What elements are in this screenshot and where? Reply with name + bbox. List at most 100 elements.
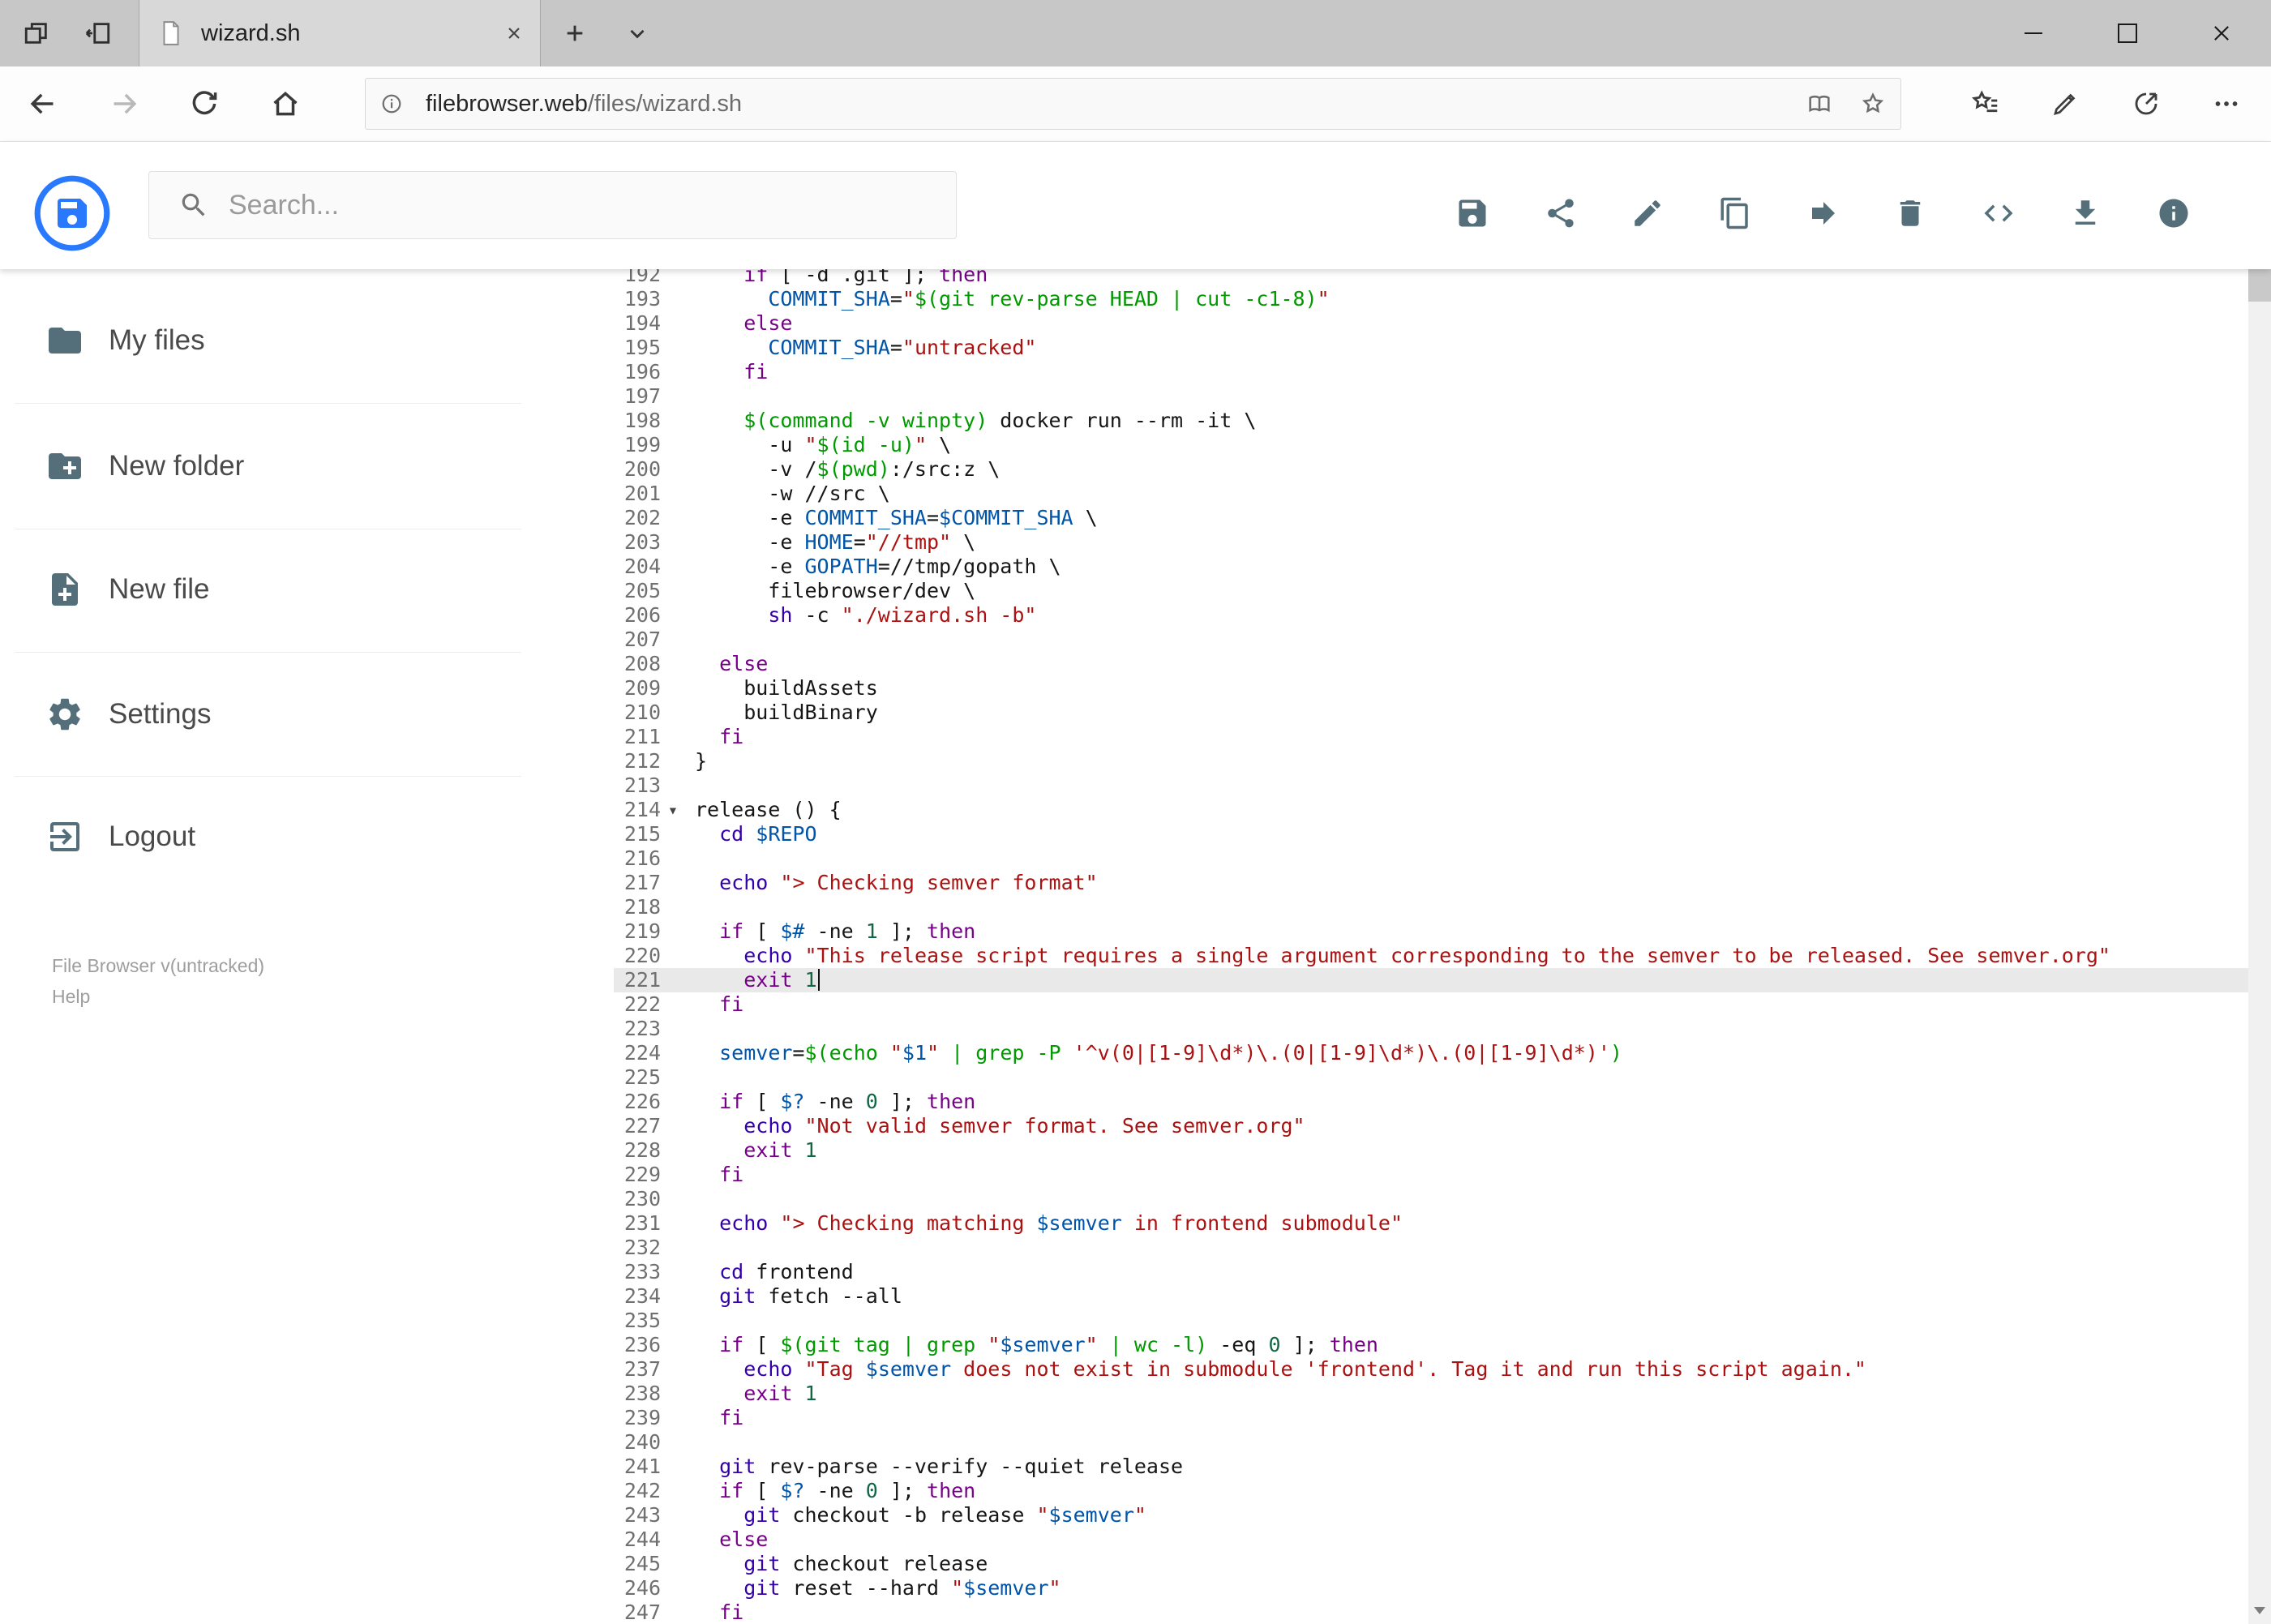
- code-line[interactable]: 210 buildBinary: [527, 701, 2248, 725]
- line-number: 199: [623, 433, 661, 456]
- close-button[interactable]: [2175, 0, 2269, 66]
- code-line[interactable]: 223: [527, 1017, 2248, 1041]
- reading-view-button[interactable]: [1806, 91, 1832, 117]
- code-line[interactable]: 192 if [ -d .git ]; then: [527, 269, 2248, 287]
- code-line[interactable]: 197: [527, 384, 2248, 409]
- code-line[interactable]: 200 -v /$(pwd):/src:z \: [527, 457, 2248, 482]
- address-field[interactable]: filebrowser.web/files/wizard.sh: [365, 78, 1901, 130]
- code-line[interactable]: 221 exit 1: [527, 968, 2248, 992]
- tabs-aside-button[interactable]: [11, 0, 62, 66]
- code-line[interactable]: 193 COMMIT_SHA="$(git rev-parse HEAD | c…: [527, 287, 2248, 311]
- hub-button[interactable]: [1966, 84, 2005, 123]
- code-line[interactable]: 230: [527, 1187, 2248, 1211]
- code-line[interactable]: 243 git checkout -b release "$semver": [527, 1503, 2248, 1528]
- code-line[interactable]: 222 fi: [527, 992, 2248, 1017]
- download-button[interactable]: [2055, 182, 2116, 244]
- sidebar-item-my-files[interactable]: My files: [0, 292, 527, 389]
- app-share-button[interactable]: [1530, 182, 1592, 244]
- code-line[interactable]: 240: [527, 1430, 2248, 1455]
- code-line[interactable]: 237 echo "Tag $semver does not exist in …: [527, 1357, 2248, 1382]
- code-line[interactable]: 212}: [527, 749, 2248, 773]
- favorite-button[interactable]: [1860, 91, 1886, 117]
- code-line[interactable]: 218: [527, 895, 2248, 919]
- code-line[interactable]: 213: [527, 773, 2248, 798]
- save-button[interactable]: [1442, 182, 1503, 244]
- share-button[interactable]: [2127, 84, 2166, 123]
- more-button[interactable]: [2207, 84, 2246, 123]
- code-line[interactable]: 199 -u "$(id -u)" \: [527, 433, 2248, 457]
- code-line[interactable]: 234 git fetch --all: [527, 1284, 2248, 1309]
- sidebar-item-logout[interactable]: Logout: [0, 788, 527, 885]
- back-button[interactable]: [27, 88, 58, 119]
- code-line[interactable]: 206 sh -c "./wizard.sh -b": [527, 603, 2248, 628]
- rename-button[interactable]: [1617, 182, 1678, 244]
- move-button[interactable]: [1793, 182, 1854, 244]
- annotate-button[interactable]: [2046, 84, 2085, 123]
- minimize-button[interactable]: [1986, 0, 2080, 66]
- code-line[interactable]: 209 buildAssets: [527, 676, 2248, 701]
- code-line[interactable]: 238 exit 1: [527, 1382, 2248, 1406]
- tab-preview-toggle[interactable]: [613, 0, 662, 66]
- tab-close-button[interactable]: [504, 24, 524, 43]
- help-link[interactable]: Help: [52, 986, 90, 1008]
- search-input[interactable]: [227, 188, 940, 222]
- code-line[interactable]: 198 $(command -v winpty) docker run --rm…: [527, 409, 2248, 433]
- code-line[interactable]: 202 -e COMMIT_SHA=$COMMIT_SHA \: [527, 506, 2248, 530]
- code-line[interactable]: 205 filebrowser/dev \: [527, 579, 2248, 603]
- code-line[interactable]: 204 -e GOPATH=//tmp/gopath \: [527, 555, 2248, 579]
- code-line[interactable]: 239 fi: [527, 1406, 2248, 1430]
- code-line[interactable]: 235: [527, 1309, 2248, 1333]
- code-line[interactable]: 245 git checkout release: [527, 1552, 2248, 1576]
- code-line[interactable]: 231 echo "> Checking matching $semver in…: [527, 1211, 2248, 1236]
- app-logo[interactable]: [33, 174, 111, 252]
- maximize-button[interactable]: [2080, 0, 2175, 66]
- code-line[interactable]: 216: [527, 846, 2248, 871]
- code-line[interactable]: 229 fi: [527, 1163, 2248, 1187]
- code-line[interactable]: 203 -e HOME="//tmp" \: [527, 530, 2248, 555]
- fold-marker-icon[interactable]: ▾: [661, 798, 685, 822]
- code-line[interactable]: 208 else: [527, 652, 2248, 676]
- code-line[interactable]: 246 git reset --hard "$semver": [527, 1576, 2248, 1600]
- code-line[interactable]: 211 fi: [527, 725, 2248, 749]
- info-button[interactable]: [2143, 182, 2205, 244]
- code-line[interactable]: 226 if [ $? -ne 0 ]; then: [527, 1090, 2248, 1114]
- code-line[interactable]: 194 else: [527, 311, 2248, 336]
- code-view-button[interactable]: [1968, 182, 2029, 244]
- new-tab-button[interactable]: [548, 0, 602, 66]
- code-line[interactable]: 220 echo "This release script requires a…: [527, 944, 2248, 968]
- code-line[interactable]: 201 -w //src \: [527, 482, 2248, 506]
- code-line[interactable]: 207: [527, 628, 2248, 652]
- code-line[interactable]: 217 echo "> Checking semver format": [527, 871, 2248, 895]
- refresh-button[interactable]: [189, 88, 220, 119]
- code-editor[interactable]: 192 if [ -d .git ]; then 193 COMMIT_SHA="…: [527, 269, 2248, 1624]
- code-line[interactable]: 232: [527, 1236, 2248, 1260]
- code-line[interactable]: 244 else: [527, 1528, 2248, 1552]
- code-line[interactable]: 241 git rev-parse --verify --quiet relea…: [527, 1455, 2248, 1479]
- browser-tab[interactable]: wizard.sh: [139, 0, 541, 66]
- sidebar-item-new-file[interactable]: New file: [0, 541, 527, 638]
- code-line[interactable]: 224 semver=$(echo "$1" | grep -P '^v(0|[…: [527, 1041, 2248, 1065]
- site-info-button[interactable]: [380, 92, 403, 115]
- code-line[interactable]: 233 cd frontend: [527, 1260, 2248, 1284]
- gutter-pad: [527, 409, 614, 433]
- scroll-down-button[interactable]: [2248, 1596, 2271, 1624]
- sidebar-item-new-folder[interactable]: New folder: [0, 418, 527, 515]
- code-line[interactable]: 242 if [ $? -ne 0 ]; then: [527, 1479, 2248, 1503]
- code-line[interactable]: 236 if [ $(git tag | grep "$semver" | wc…: [527, 1333, 2248, 1357]
- code-line[interactable]: 219 if [ $# -ne 1 ]; then: [527, 919, 2248, 944]
- code-line[interactable]: 247 fi: [527, 1600, 2248, 1624]
- copy-button[interactable]: [1704, 182, 1766, 244]
- code-line[interactable]: 225: [527, 1065, 2248, 1090]
- delete-button[interactable]: [1879, 182, 1941, 244]
- code-line[interactable]: 214 ▾ release () {: [527, 798, 2248, 822]
- code-line[interactable]: 196 fi: [527, 360, 2248, 384]
- code-line[interactable]: 195 COMMIT_SHA="untracked": [527, 336, 2248, 360]
- forward-button[interactable]: [109, 88, 140, 119]
- code-line[interactable]: 227 echo "Not valid semver format. See s…: [527, 1114, 2248, 1138]
- set-tabs-aside-button[interactable]: [72, 0, 124, 66]
- scrollbar[interactable]: [2248, 142, 2271, 1624]
- code-line[interactable]: 215 cd $REPO: [527, 822, 2248, 846]
- home-button[interactable]: [270, 88, 301, 119]
- sidebar-item-settings[interactable]: Settings: [0, 666, 527, 763]
- code-line[interactable]: 228 exit 1: [527, 1138, 2248, 1163]
